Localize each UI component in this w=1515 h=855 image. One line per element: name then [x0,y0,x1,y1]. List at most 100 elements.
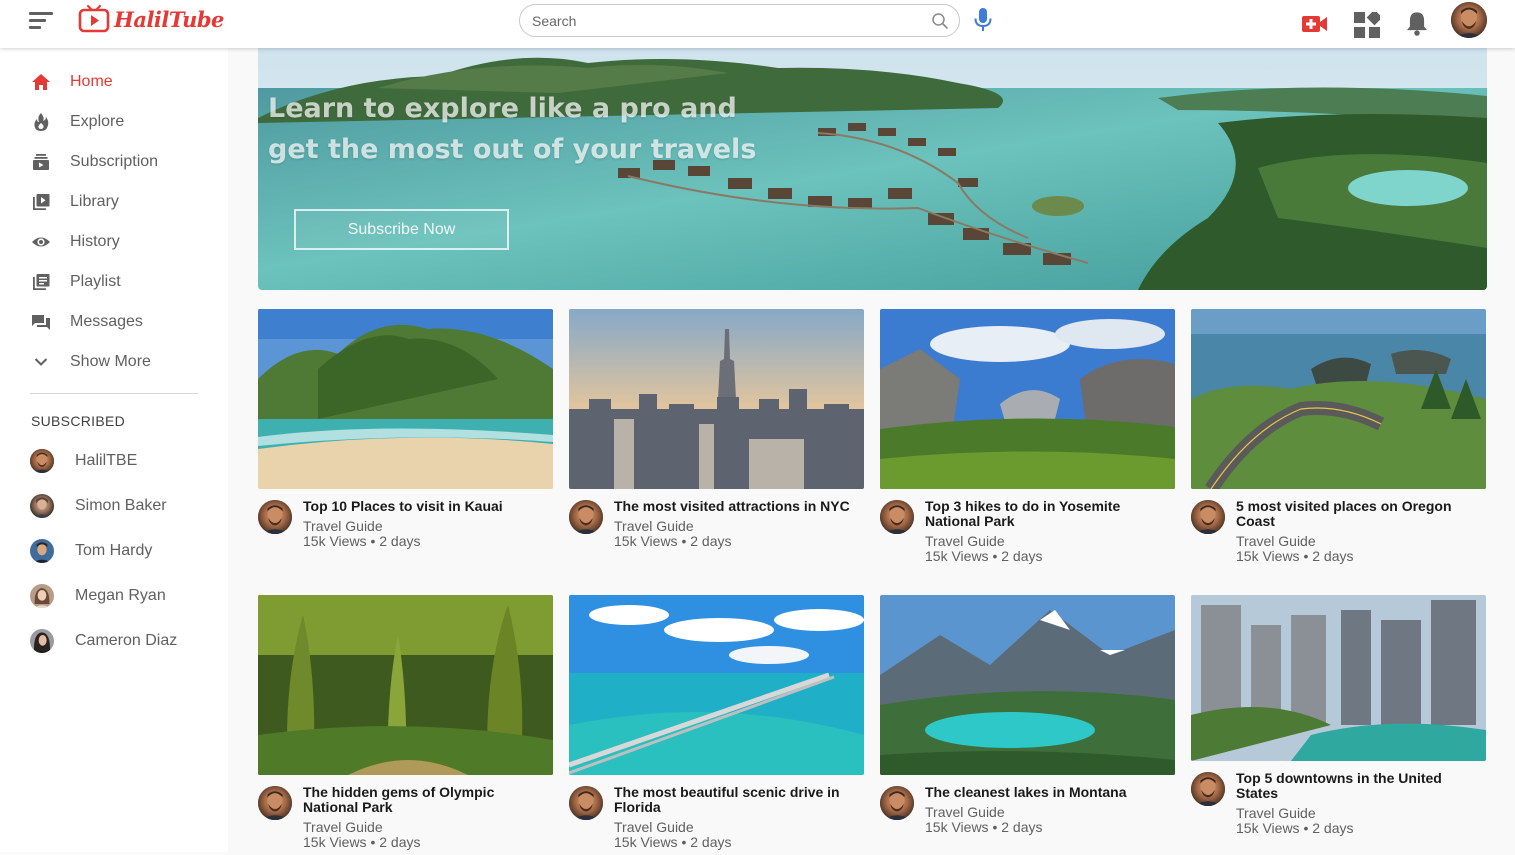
sidebar-item-home[interactable]: Home [0,62,228,102]
channel-avatar [30,539,54,563]
sidebar-item-label: Explore [70,113,125,130]
channel-name: Simon Baker [75,497,167,514]
channel-avatar [30,629,54,653]
video-title: Top 10 Places to visit in Kauai Travel G… [303,499,553,549]
video-card: Top 3 hikes to do in Yosemite National P… [880,309,1176,569]
video-thumbnail[interactable] [880,595,1175,775]
sidebar-item-playlist[interactable]: Playlist [0,262,228,302]
video-card: Top 10 Places to visit in Kauai Travel G… [258,309,554,569]
flame-icon [34,113,49,131]
video-thumbnail[interactable] [569,595,864,775]
channel-avatar[interactable] [1191,500,1225,534]
channel-name[interactable]: Travel Guide [925,534,1175,549]
video-title: Top 5 downtowns in the United States Tra… [1236,771,1486,836]
channel-name[interactable]: Travel Guide [1236,534,1486,549]
video-title: The most beautiful scenic drive in Flori… [614,785,864,850]
channel-avatar [30,449,54,473]
channel-avatar[interactable] [569,786,603,820]
subscribed-channel[interactable]: Tom Hardy [0,531,228,571]
video-card: The cleanest lakes in Montana Travel Gui… [880,595,1176,855]
sidebar-item-show-more[interactable]: Show More [0,342,228,382]
subscribed-channel[interactable]: Megan Ryan [0,576,228,616]
subscribed-heading: SUBSCRIBED [31,413,126,429]
sidebar-item-messages[interactable]: Messages [0,302,228,342]
channel-name: Megan Ryan [75,587,166,604]
video-stats: 15k Views • 2 days [925,819,1043,835]
video-title: 5 most visited places on Oregon Coast Tr… [1236,499,1486,564]
video-stats: 15k Views • 2 days [614,533,732,549]
tv-play-icon [78,5,110,33]
channel-avatar[interactable] [880,786,914,820]
sidebar-item-history[interactable]: History [0,222,228,262]
channel-avatar[interactable] [1191,772,1225,806]
video-title: The most visited attractions in NYC Trav… [614,499,864,549]
video-title-text[interactable]: The hidden gems of Olympic National Park [303,785,553,815]
app-logo[interactable]: HalilTube [78,5,224,33]
video-title: The hidden gems of Olympic National Park… [303,785,553,850]
sidebar-item-label: Library [70,193,119,210]
channel-name[interactable]: Travel Guide [303,519,553,534]
sidebar-item-label: History [70,233,120,250]
video-title-text[interactable]: Top 10 Places to visit in Kauai [303,499,553,514]
messages-icon [32,315,50,330]
video-stats: 15k Views • 2 days [303,834,421,850]
channel-name[interactable]: Travel Guide [303,820,553,835]
top-header: HalilTube [0,0,1515,48]
channel-name: Tom Hardy [75,542,153,559]
sidebar-item-explore[interactable]: Explore [0,102,228,142]
video-card: 5 most visited places on Oregon Coast Tr… [1191,309,1487,569]
channel-avatar [30,584,54,608]
app-name: HalilTube [114,6,224,32]
channel-avatar[interactable] [880,500,914,534]
video-thumbnail[interactable] [880,309,1175,489]
sidebar: Home Explore Subscription Library Histor… [0,48,228,852]
channel-name[interactable]: Travel Guide [614,820,864,835]
subscribed-channel[interactable]: HalilTBE [0,441,228,481]
channel-avatar[interactable] [258,786,292,820]
subscribe-now-button[interactable]: Subscribe Now [294,209,509,250]
channel-name[interactable]: Travel Guide [925,805,1175,820]
search-icon[interactable] [931,12,949,30]
video-title-text[interactable]: Top 5 downtowns in the United States [1236,771,1486,801]
video-stats: 15k Views • 2 days [303,533,421,549]
video-stats: 15k Views • 2 days [614,834,732,850]
video-camera-add-icon[interactable] [1302,11,1328,37]
sidebar-item-label: Playlist [70,273,121,290]
video-title-text[interactable]: The most beautiful scenic drive in Flori… [614,785,864,815]
hero-banner: Learn to explore like a pro and get the … [258,48,1487,290]
channel-avatar[interactable] [569,500,603,534]
sidebar-item-subscription[interactable]: Subscription [0,142,228,182]
video-title-text[interactable]: The cleanest lakes in Montana [925,785,1175,800]
bell-icon[interactable] [1404,10,1430,36]
library-icon [33,194,50,210]
video-card: The most visited attractions in NYC Trav… [569,309,865,569]
video-title-text[interactable]: The most visited attractions in NYC [614,499,864,514]
video-title-text[interactable]: 5 most visited places on Oregon Coast [1236,499,1486,529]
sidebar-divider [30,393,198,394]
channel-avatar[interactable] [258,500,292,534]
video-stats: 15k Views • 2 days [1236,548,1354,564]
sidebar-item-library[interactable]: Library [0,182,228,222]
microphone-icon[interactable] [972,7,994,33]
video-stats: 15k Views • 2 days [1236,820,1354,836]
subscribed-channel[interactable]: Cameron Diaz [0,621,228,661]
hamburger-menu-icon[interactable] [29,11,53,31]
search-input[interactable] [532,11,912,31]
eye-icon [32,237,50,247]
apps-grid-icon[interactable] [1354,12,1380,38]
subscribed-channel[interactable]: Simon Baker [0,486,228,526]
video-thumbnail[interactable] [1191,309,1486,489]
channel-name[interactable]: Travel Guide [1236,806,1486,821]
video-thumbnail[interactable] [258,595,553,775]
playlist-icon [33,274,50,290]
video-title-text[interactable]: Top 3 hikes to do in Yosemite National P… [925,499,1175,529]
user-avatar[interactable] [1451,2,1487,38]
video-thumbnail[interactable] [258,309,553,489]
chevron-down-icon [34,358,48,366]
video-thumbnail[interactable] [1191,595,1486,761]
video-card: The most beautiful scenic drive in Flori… [569,595,865,855]
channel-name: Cameron Diaz [75,632,178,649]
channel-name[interactable]: Travel Guide [614,519,864,534]
channel-avatar [30,494,54,518]
video-thumbnail[interactable] [569,309,864,489]
